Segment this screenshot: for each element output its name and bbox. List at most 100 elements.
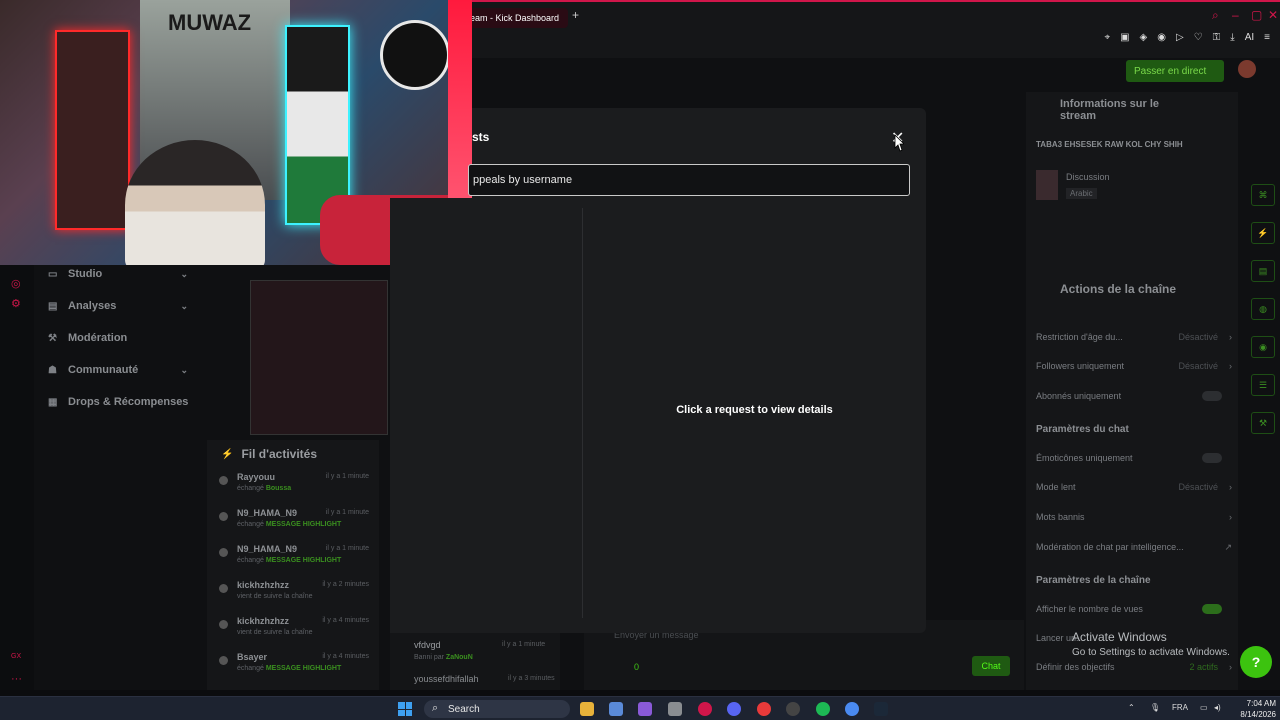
github-icon[interactable] (786, 702, 800, 716)
discord-icon[interactable] (727, 702, 741, 716)
app-red-icon[interactable] (757, 702, 771, 716)
chevron-down-icon: ⌄ (180, 364, 188, 375)
activity-time: il y a 1 minute (325, 545, 369, 552)
ai-button[interactable]: AI (1245, 32, 1254, 43)
chevron-down-icon: ⌄ (180, 300, 188, 311)
list-item: N9_HAMA_N9 il y a 1 minute échangé MESSA… (207, 504, 379, 540)
setting-row[interactable]: Mode lent Désactivé › (1036, 482, 1232, 492)
language-tag: Arabic (1066, 188, 1097, 199)
broadcast-icon[interactable]: ◉ (1251, 336, 1275, 358)
taskbar-clock[interactable]: 7:04 AM 8/14/2026 (1230, 698, 1276, 720)
heart-icon (219, 584, 228, 593)
maximize-icon[interactable]: ▢ (1251, 8, 1262, 22)
more-icon[interactable]: ··· (11, 673, 22, 685)
opera-gx-icon[interactable] (698, 702, 712, 716)
go-live-button[interactable]: Passer en direct (1126, 60, 1224, 82)
close-window-icon[interactable]: ✕ (1268, 8, 1278, 22)
doc-icon[interactable]: ▤ (1251, 260, 1275, 282)
activity-desc: échangé MESSAGE HIGHLIGHT (237, 521, 379, 528)
browser-tab[interactable]: eam - Kick Dashboard (462, 8, 568, 28)
setting-row: Abonnés uniquement (1036, 391, 1232, 401)
help-chat-button[interactable]: ? (1240, 646, 1272, 678)
mod-log-user[interactable]: youssefdhifallah (414, 674, 479, 684)
taskbar-search[interactable]: ⌕ Search (424, 700, 570, 718)
lock-icon[interactable]: ⚿ (1213, 32, 1221, 43)
calculator-icon[interactable] (668, 702, 682, 716)
search-input[interactable] (468, 164, 910, 196)
new-tab-button[interactable]: + (572, 8, 579, 22)
chevron-up-icon[interactable]: ⌃ (1128, 703, 1135, 712)
search-icon[interactable]: ⌕ (1212, 8, 1219, 23)
setting-label: Modération de chat par intelligence... (1036, 542, 1184, 552)
toggle-switch[interactable] (1202, 391, 1222, 401)
volume-icon[interactable]: ◂) (1214, 703, 1221, 712)
windows-start-icon[interactable] (398, 702, 412, 716)
kick-icon[interactable]: ◎ (11, 277, 21, 290)
setting-row[interactable]: Followers uniquement Désactivé › (1036, 361, 1232, 371)
streamer (125, 140, 265, 265)
activity-time: il y a 1 minute (325, 509, 369, 516)
steam-icon[interactable] (874, 702, 888, 716)
language-indicator[interactable]: FRA (1172, 703, 1188, 712)
mural-text: MUWAZ (168, 10, 252, 35)
heart-icon[interactable]: ♡ (1194, 32, 1203, 43)
list-icon[interactable]: ☰ (1251, 374, 1275, 396)
minimize-icon[interactable]: – (1232, 8, 1239, 22)
mod-log-user[interactable]: vfdvgd (414, 640, 441, 650)
activate-title: Activate Windows (1072, 630, 1167, 644)
download-icon[interactable]: ⤓ (1230, 32, 1234, 43)
avatar[interactable] (1238, 60, 1256, 78)
play-icon[interactable]: ▷ (1176, 32, 1184, 43)
gx-icon[interactable]: GX (11, 653, 21, 660)
spotify-icon[interactable] (816, 702, 830, 716)
sidebar-item-analyses[interactable]: ▤ Analyses ⌄ (34, 290, 204, 322)
activity-time: il y a 4 minutes (322, 617, 369, 624)
bolt-icon[interactable]: ⚡ (1251, 222, 1275, 244)
chat-send-button[interactable]: Chat (972, 656, 1010, 676)
stream-info-title: Informations sur le stream (1060, 98, 1160, 122)
network-icon[interactable]: ▭ (1200, 703, 1208, 712)
copilot-icon[interactable] (638, 702, 652, 716)
setting-row[interactable]: Mots bannis › (1036, 512, 1232, 522)
points-count: 0 (634, 662, 640, 672)
setting-row[interactable]: Restriction d'âge du... Désactivé › (1036, 332, 1232, 342)
settings-icon[interactable]: ⚙ (11, 297, 21, 310)
activate-subtitle: Go to Settings to activate Windows. (1072, 647, 1230, 658)
hat-decoration (380, 20, 450, 90)
setting-label: Afficher le nombre de vues (1036, 604, 1143, 614)
setting-row[interactable]: Modération de chat par intelligence... ↗ (1036, 542, 1232, 552)
activity-reward: MESSAGE HIGHLIGHT (265, 521, 342, 528)
chat-icon[interactable]: ◍ (1251, 298, 1275, 320)
toggle-switch[interactable] (1202, 604, 1222, 614)
chrome-icon[interactable] (845, 702, 859, 716)
sidebar-item-community[interactable]: ☗ Communauté ⌄ (34, 354, 204, 386)
sidebar-item-moderation[interactable]: ⚒ Modération (34, 322, 204, 354)
taskbar: ⌕ Search ⌃ 🎙︎ FRA ▭ ◂) 7:04 AM 8/14/2026 (0, 696, 1280, 720)
activity-reward: MESSAGE HIGHLIGHT (265, 665, 342, 672)
file-explorer-icon[interactable] (580, 702, 594, 716)
activity-title: Fil d'activités (241, 447, 317, 461)
setting-row[interactable]: Définir des objectifs 2 actifs › (1036, 662, 1232, 672)
chevron-right-icon: › (1229, 332, 1232, 342)
empty-state: Click a request to view details (676, 404, 833, 416)
bot-icon[interactable]: ⌘ (1251, 184, 1275, 206)
user-icon (219, 512, 228, 521)
activity-reward: MESSAGE HIGHLIGHT (265, 557, 342, 564)
menu-icon[interactable]: ≡ (1264, 32, 1270, 43)
pin-icon[interactable]: ⌖ (1104, 32, 1110, 43)
store-icon[interactable] (609, 702, 623, 716)
studio-icon: ▭ (48, 268, 58, 280)
activity-desc: vient de suivre la chaîne (237, 629, 313, 636)
modal-title: sts (472, 130, 490, 144)
mod-log-panel: vfdvgd il y a 1 minute Banni par ZaNouN … (390, 630, 560, 690)
sidebar-item-drops[interactable]: ▦ Drops & Récompenses (34, 386, 204, 418)
camera-icon[interactable]: ◉ (1157, 32, 1166, 43)
category-name[interactable]: Discussion (1066, 172, 1110, 182)
microphone-icon[interactable]: 🎙︎ (1150, 703, 1160, 712)
chevron-right-icon: › (1229, 512, 1232, 522)
shield-icon[interactable]: ◈ (1140, 32, 1148, 43)
screenshot-icon[interactable]: ▣ (1120, 32, 1129, 43)
stream-preview[interactable] (250, 280, 388, 435)
toggle-switch[interactable] (1202, 453, 1222, 463)
wrench-icon[interactable]: ⚒ (1251, 412, 1275, 434)
